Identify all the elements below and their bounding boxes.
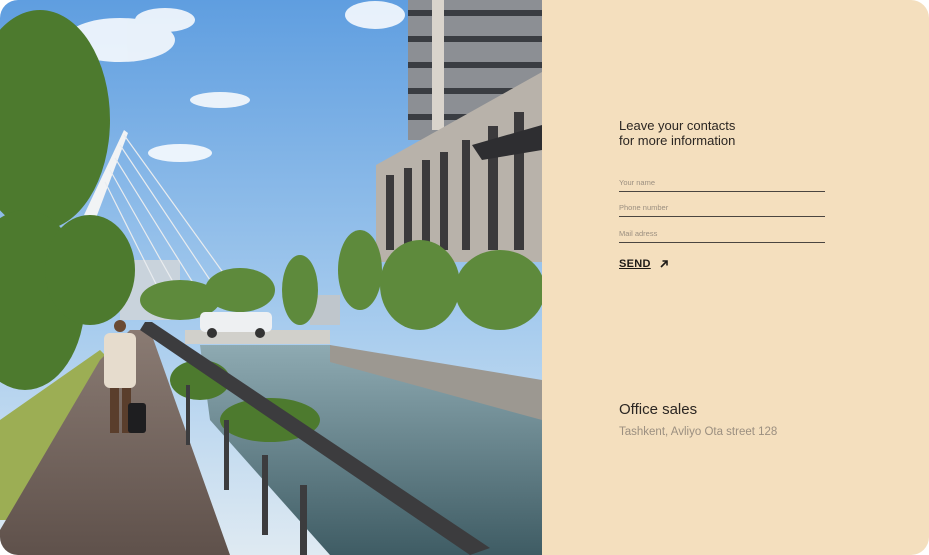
send-button[interactable]: SEND [619, 258, 669, 270]
form-heading-line-2: for more information [619, 133, 736, 148]
form-heading-line-1: Leave your contacts [619, 118, 736, 133]
office-address: Tashkent, Avliyo Ota street 128 [619, 426, 778, 438]
promo-photo [0, 0, 542, 555]
form-heading: Leave your contacts for more information [619, 118, 735, 148]
mail-input[interactable] [619, 226, 825, 243]
name-input[interactable] [619, 175, 825, 192]
contact-panel: Leave your contacts for more information… [542, 0, 929, 555]
office-title: Office sales [619, 401, 698, 418]
phone-input[interactable] [619, 200, 825, 217]
arrow-up-right-icon [660, 260, 668, 268]
contact-card: Leave your contacts for more information… [0, 0, 929, 555]
canal-residential-rendering [0, 0, 542, 555]
send-button-label: SEND [619, 258, 651, 270]
